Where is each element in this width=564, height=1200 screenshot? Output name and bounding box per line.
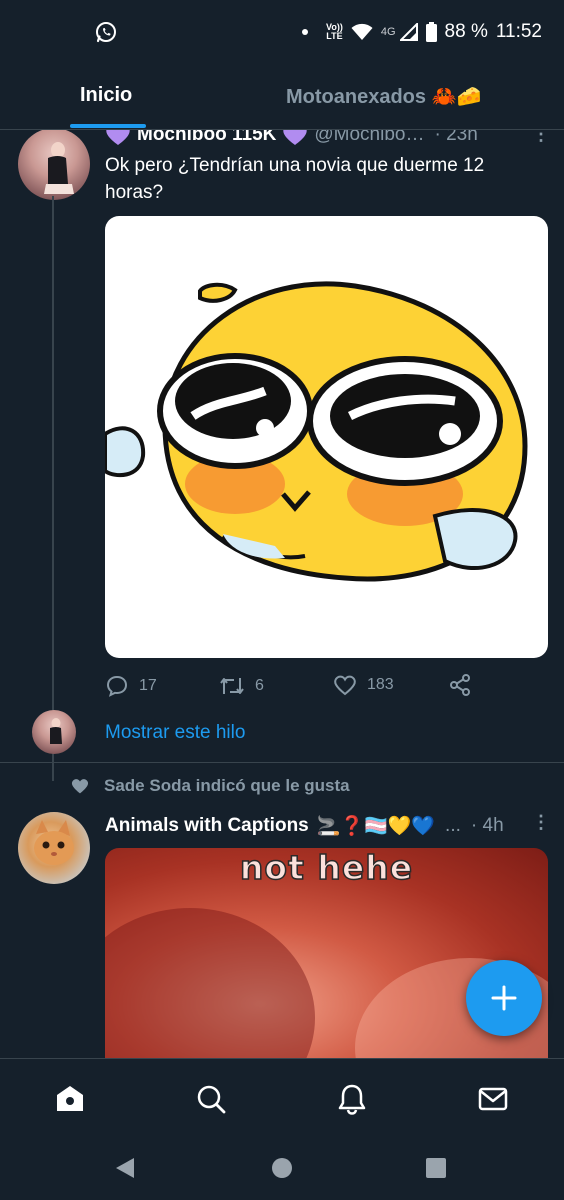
whatsapp-icon	[96, 22, 116, 43]
thread-line	[52, 196, 54, 781]
more-options-icon[interactable]: ⋮	[532, 812, 550, 833]
avatar-animals-with-captions[interactable]	[18, 812, 90, 884]
share-icon	[450, 674, 470, 696]
image-caption: not hehe	[239, 848, 414, 888]
tweet-text: Ok pero ¿Tendrían una novia que duerme 1…	[105, 155, 485, 203]
tweet-header: Animals with Captions 🚬❓🏳️‍⚧️💛💙 ... · 4h	[105, 814, 504, 838]
social-context: Sade Soda indicó que le gusta	[70, 776, 350, 796]
avatar-figure-icon	[50, 718, 62, 744]
status-bar: Vo)) LTE 4G 88 % 11:52	[0, 0, 564, 64]
tweet-divider	[0, 762, 564, 763]
author-handle[interactable]: @Mochibo…	[314, 130, 424, 146]
purple-heart-icon	[283, 130, 308, 145]
author-name[interactable]: Mochiboo 115K	[137, 130, 276, 146]
tab-inicio-label: Inicio	[80, 84, 133, 106]
tweet-header: Mochiboo 115K @Mochibo… · 23h	[105, 130, 478, 146]
author-name[interactable]: Animals with Captions	[105, 815, 309, 837]
network-type: 4G	[380, 26, 396, 38]
home-icon[interactable]	[54, 1083, 86, 1115]
pleading-emoji-illustration	[105, 281, 528, 582]
search-icon[interactable]	[195, 1083, 227, 1115]
wifi-icon	[351, 23, 373, 40]
like-count: 183	[367, 676, 394, 693]
tweet-time: · 4h	[470, 815, 504, 836]
share-button[interactable]	[449, 674, 471, 696]
retweet-count: 6	[255, 677, 264, 694]
home-circle-icon[interactable]	[271, 1157, 293, 1179]
like-button[interactable]: 183	[333, 674, 394, 696]
tweet-time: · 23h	[434, 130, 478, 145]
liked-by-text: Sade Soda indicó que le gusta	[104, 776, 350, 795]
recents-icon[interactable]	[426, 1158, 446, 1178]
system-navigation-bar	[0, 1136, 564, 1200]
volte-indicator: Vo)) LTE	[326, 23, 343, 41]
reply-button[interactable]: 17	[105, 674, 157, 698]
author-emojis: 🚬❓🏳️‍⚧️💛💙	[316, 816, 436, 837]
battery-level: 88 %	[444, 21, 488, 42]
image-blur-shape	[105, 908, 315, 1058]
bottom-navigation	[0, 1058, 564, 1136]
kitten-icon	[34, 820, 74, 865]
tweet-actions: 17 6 183	[105, 674, 485, 698]
author-handle-truncated: ...	[445, 815, 461, 836]
show-thread-link[interactable]: Mostrar este hilo	[105, 722, 245, 744]
compose-tweet-button[interactable]	[466, 960, 542, 1036]
clock: 11:52	[495, 21, 542, 42]
timeline-feed[interactable]: Mochiboo 115K @Mochibo… · 23h ⋮ Ok pero …	[0, 130, 564, 1058]
avatar-figure-icon	[44, 142, 74, 194]
tab-motoanexados-label: Motoanexados	[286, 86, 427, 108]
battery-icon	[425, 22, 437, 42]
purple-heart-icon	[106, 130, 130, 145]
retweet-icon	[220, 678, 244, 694]
avatar-mochiboo-small[interactable]	[32, 710, 76, 754]
mail-icon[interactable]	[477, 1083, 509, 1115]
tab-inicio[interactable]: Inicio	[80, 84, 132, 107]
notification-dot	[302, 29, 309, 35]
heart-filled-icon	[71, 779, 89, 794]
avatar-mochiboo[interactable]	[18, 130, 90, 200]
tweet-image[interactable]	[105, 216, 548, 658]
tab-motoanexados[interactable]: Motoanexados 🦀🧀	[286, 84, 481, 109]
reply-icon	[106, 675, 128, 697]
heart-icon	[334, 675, 356, 696]
retweet-button[interactable]: 6	[219, 674, 264, 698]
volte-line2: LTE	[326, 31, 343, 41]
active-tab-indicator	[70, 124, 146, 128]
tab-motoanexados-emoji: 🦀🧀	[431, 86, 482, 108]
signal-icon	[399, 23, 418, 41]
back-icon[interactable]	[114, 1156, 136, 1180]
bell-icon[interactable]	[336, 1083, 368, 1115]
reply-count: 17	[139, 677, 157, 694]
more-options-icon[interactable]: ⋮	[532, 130, 550, 145]
timeline-tabs: Inicio Motoanexados 🦀🧀	[0, 64, 564, 130]
plus-icon	[491, 985, 517, 1011]
